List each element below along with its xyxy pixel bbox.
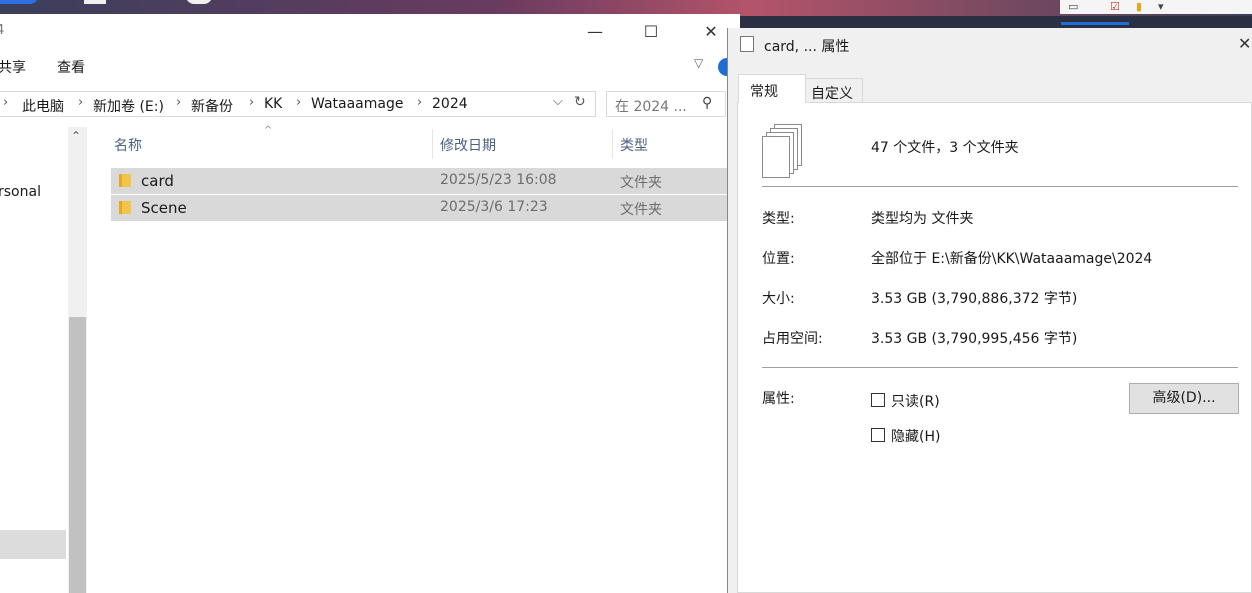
desktop-icon[interactable]: [84, 0, 106, 4]
hidden-label[interactable]: 隐藏(H): [891, 426, 940, 446]
dropdown-icon[interactable]: ▾: [1158, 0, 1164, 13]
size-label: 大小:: [762, 291, 795, 307]
nav-item[interactable]: rsonal: [0, 184, 41, 200]
column-header-date[interactable]: 修改日期: [440, 135, 496, 155]
file-type: 文件夹: [620, 175, 662, 191]
vertical-scrollbar[interactable]: ⌃: [68, 127, 87, 593]
breadcrumb-item[interactable]: 新备份: [191, 96, 233, 116]
title-bar: 4 — ☐ ✕: [0, 14, 740, 50]
desktop-button[interactable]: [0, 0, 38, 4]
tab-custom[interactable]: 自定义: [805, 78, 863, 103]
scrollbar-thumb[interactable]: [69, 317, 86, 593]
active-indicator: [1061, 22, 1129, 25]
size-on-disk-label: 占用空间:: [762, 331, 823, 347]
advanced-button[interactable]: 高级(D)...: [1129, 383, 1239, 414]
divider: [762, 367, 1238, 368]
column-header-name[interactable]: 名称: [114, 135, 142, 155]
column-header-type[interactable]: 类型: [620, 135, 648, 155]
file-row[interactable]: Scene 2025/3/6 17:23 文件夹: [111, 195, 731, 221]
readonly-checkbox[interactable]: [871, 393, 885, 407]
file-date: 2025/5/23 16:08: [440, 172, 557, 188]
file-type: 文件夹: [620, 202, 662, 218]
maximize-button[interactable]: ☐: [628, 18, 674, 46]
search-icon[interactable]: ⚲: [702, 95, 712, 111]
folder-icon[interactable]: ▮: [1136, 0, 1142, 13]
multiple-files-icon: [762, 124, 802, 180]
chevron-right-icon[interactable]: ›: [78, 95, 83, 110]
file-date: 2025/3/6 17:23: [440, 199, 548, 215]
location-value: 全部位于 E:\新备份\KK\Wataaamage\2024: [871, 251, 1153, 267]
navigation-pane: rsonal: [0, 127, 68, 593]
chevron-down-icon[interactable]: ⌵: [553, 94, 563, 109]
close-button[interactable]: ✕: [1238, 34, 1251, 53]
properties-dialog: card, ... 属性 ✕ 常规 自定义 47 个文件，3 个文件夹 类型: …: [727, 28, 1252, 593]
chevron-right-icon[interactable]: ›: [417, 95, 422, 110]
sort-ascending-icon: ^: [264, 125, 273, 136]
general-panel: 47 个文件，3 个文件夹 类型: 类型均为 文件夹 位置: 全部位于 E:\新…: [737, 102, 1252, 593]
size-value: 3.53 GB (3,790,886,372 字节): [871, 291, 1078, 307]
tab-label: 自定义: [811, 86, 853, 102]
column-divider[interactable]: [612, 129, 613, 159]
selection-summary: 47 个文件，3 个文件夹: [871, 140, 1019, 156]
minimize-button[interactable]: —: [572, 18, 618, 46]
checkbox-icon[interactable]: ☑: [1110, 0, 1120, 13]
nav-item-selected[interactable]: [0, 530, 66, 559]
chevron-right-icon[interactable]: ›: [249, 95, 254, 110]
refresh-icon[interactable]: ↻: [574, 94, 586, 110]
tab-view[interactable]: 查看: [57, 57, 85, 77]
chevron-right-icon[interactable]: ›: [3, 95, 8, 110]
hidden-checkbox[interactable]: [871, 428, 885, 442]
window-title: 4: [0, 23, 5, 38]
breadcrumb-item[interactable]: KK: [264, 96, 282, 112]
desktop-icon[interactable]: [186, 0, 212, 4]
address-bar[interactable]: › 此电脑 › 新加卷 (E:) › 新备份 › KK › Wataaamage…: [0, 91, 596, 117]
file-row[interactable]: card 2025/5/23 16:08 文件夹: [111, 168, 731, 194]
column-divider[interactable]: [432, 129, 433, 159]
tab-share[interactable]: 共享: [0, 57, 26, 77]
location-label: 位置:: [762, 251, 795, 267]
type-value: 类型均为 文件夹: [871, 211, 974, 227]
image-icon[interactable]: ▭: [1068, 0, 1078, 13]
tab-general[interactable]: 常规: [738, 74, 806, 103]
type-label: 类型:: [762, 211, 795, 227]
divider: [762, 186, 1238, 187]
file-explorer-window: 4 — ☐ ✕ 共享 查看 ▽ › 此电脑 › 新加卷 (E:) › 新备份 ›…: [0, 14, 740, 593]
attributes-label: 属性:: [762, 391, 795, 407]
file-name: Scene: [141, 199, 187, 217]
folder-icon: [119, 201, 131, 214]
breadcrumb-item[interactable]: Wataaamage: [311, 96, 403, 112]
chevron-down-icon[interactable]: ▽: [694, 56, 703, 70]
dialog-title: card, ... 属性: [764, 39, 850, 55]
size-on-disk-value: 3.53 GB (3,790,995,456 字节): [871, 331, 1078, 347]
search-placeholder: 在 2024 ...: [615, 99, 687, 115]
tab-label: 常规: [750, 84, 778, 100]
taskbar-strip: ▭ ☑ ▮ ▾: [1060, 0, 1252, 14]
breadcrumb-item[interactable]: 2024: [432, 96, 468, 112]
file-name: card: [141, 172, 174, 190]
chevron-up-icon[interactable]: ⌃: [71, 129, 81, 143]
readonly-label[interactable]: 只读(R): [891, 391, 940, 411]
documents-icon: [740, 36, 754, 52]
search-input[interactable]: 在 2024 ... ⚲: [606, 91, 726, 117]
ribbon: 共享 查看 ▽: [0, 50, 740, 82]
chevron-right-icon[interactable]: ›: [176, 95, 181, 110]
breadcrumb-item[interactable]: 此电脑: [22, 96, 64, 116]
breadcrumb-item[interactable]: 新加卷 (E:): [93, 96, 164, 116]
folder-icon: [119, 174, 131, 187]
chevron-right-icon[interactable]: ›: [296, 95, 301, 110]
